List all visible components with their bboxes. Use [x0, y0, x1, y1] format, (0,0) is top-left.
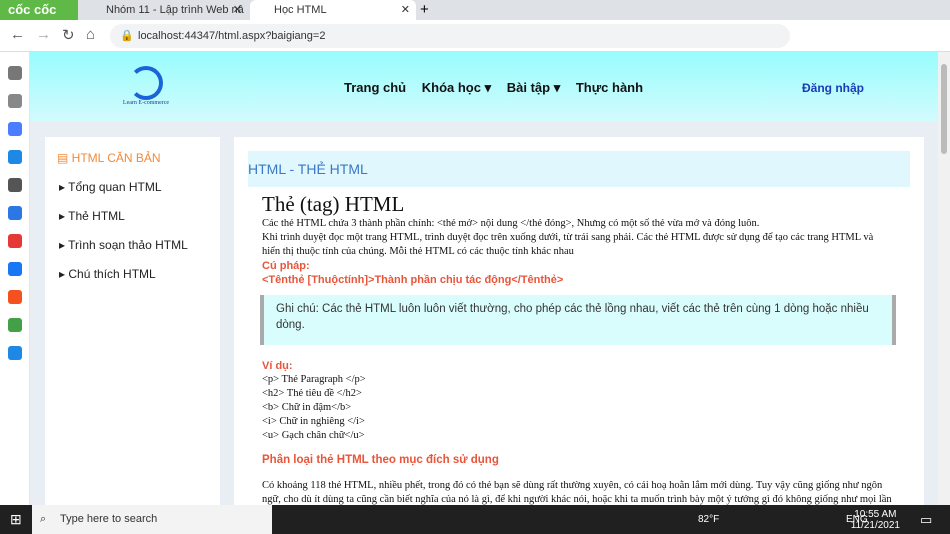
- example-line: <i> Chữ in nghiêng </i>: [262, 416, 365, 427]
- example-line: <p> Thẻ Paragraph </p>: [262, 374, 366, 385]
- search-placeholder: Type here to search: [60, 513, 158, 525]
- windows-taskbar: ⊞ ⌕ Type here to search 82°F ENG 10:55 AM…: [0, 505, 950, 534]
- paragraph: Khi trình duyệt đọc một trang HTML, trìn…: [262, 232, 874, 257]
- sidebar-item-label: Chú thích HTML: [68, 267, 156, 281]
- notification-icon[interactable]: ▭: [920, 512, 932, 528]
- tab-hoc-html[interactable]: Học HTML ✕: [250, 0, 416, 20]
- tab-strip: cốc cốc Nhóm 11 - Lập trình Web nâ ✕ Học …: [0, 0, 950, 20]
- sidebar-item-tags[interactable]: ▸ Thẻ HTML: [59, 209, 220, 223]
- zalo-icon[interactable]: [7, 150, 22, 164]
- sidebar-item-label: Thẻ HTML: [68, 209, 125, 223]
- url-input[interactable]: 🔒 localhost:44347/html.aspx?baigiang=2: [110, 24, 790, 48]
- paragraph: Có khoảng 118 thẻ HTML, nhiều phết, tron…: [262, 480, 892, 505]
- section-heading: HTML - THẺ HTML: [248, 151, 910, 187]
- reload-icon[interactable]: ↻: [62, 26, 75, 44]
- url-text: localhost:44347/html.aspx?baigiang=2: [138, 30, 326, 42]
- main-nav: Trang chủ Khóa học ▾ Bài tập ▾ Thực hành: [344, 80, 655, 96]
- sidebar-title-text: HTML CĂN BẢN: [71, 151, 161, 165]
- settings-icon[interactable]: [7, 66, 22, 80]
- site-header: Learn E-commerce Trang chủ Khóa học ▾ Bà…: [30, 52, 938, 122]
- back-icon[interactable]: ←: [10, 26, 25, 43]
- sidebar-item-overview[interactable]: ▸ Tổng quan HTML: [59, 180, 220, 194]
- nav-home[interactable]: Trang chủ: [344, 80, 406, 95]
- nav-exercises[interactable]: Bài tập ▾: [507, 80, 560, 95]
- history-icon[interactable]: [7, 94, 22, 108]
- syntax: <Tênthẻ [Thuộctính]>Thành phần chịu tác …: [262, 274, 564, 286]
- lesson-content: HTML - THẺ HTML Thẻ (tag) HTML Các thẻ H…: [234, 137, 924, 505]
- messenger-icon[interactable]: [7, 122, 22, 136]
- clock-time: 10:55 AM: [854, 509, 897, 520]
- clock-date: 11/21/2021: [850, 520, 900, 531]
- web-page: Learn E-commerce Trang chủ Khóa học ▾ Bà…: [30, 52, 938, 505]
- shopping-icon[interactable]: [7, 290, 22, 304]
- example-line: <h2> Thẻ tiêu đề </h2>: [262, 388, 362, 399]
- tab-nhom11[interactable]: Nhóm 11 - Lập trình Web nâ ✕: [82, 0, 248, 20]
- classify-heading: Phân loại thẻ HTML theo mục đích sử dụng: [262, 454, 499, 466]
- forward-icon[interactable]: →: [36, 26, 51, 43]
- lesson-title: Thẻ (tag) HTML: [262, 192, 405, 216]
- example-label: Ví dụ:: [262, 360, 293, 372]
- sidebar-item-comments[interactable]: ▸ Chú thích HTML: [59, 267, 220, 281]
- address-bar-row: ← → ↻ ⌂ 🔒 localhost:44347/html.aspx?baigi…: [0, 20, 950, 52]
- home-icon[interactable]: ⌂: [86, 26, 95, 43]
- windows-start-icon[interactable]: ⊞: [10, 511, 22, 528]
- new-tab-button[interactable]: +: [420, 0, 429, 20]
- note-box: Ghi chú: Các thẻ HTML luôn luôn viết thư…: [260, 295, 896, 345]
- tab-label: Học HTML: [274, 4, 327, 16]
- browser-logo[interactable]: cốc cốc: [0, 0, 78, 20]
- nav-courses[interactable]: Khóa học ▾: [422, 80, 491, 95]
- deal-icon[interactable]: [7, 346, 22, 360]
- example-line: <b> Chữ in đậm</b>: [262, 402, 352, 413]
- sidebar-item-label: Tổng quan HTML: [68, 180, 162, 194]
- close-icon[interactable]: ✕: [401, 0, 410, 20]
- browser-sidebar: [0, 52, 30, 505]
- lock-icon: 🔒: [120, 30, 134, 42]
- facebook-icon[interactable]: [7, 262, 22, 276]
- clock[interactable]: 10:55 AM 11/21/2021: [851, 509, 900, 531]
- sidebar-title: ▤ HTML CĂN BẢN: [57, 151, 161, 165]
- sidebar-item-label: Trình soạn thảo HTML: [68, 238, 188, 252]
- close-icon[interactable]: ✕: [233, 0, 242, 20]
- search-icon: ⌕: [40, 513, 47, 525]
- tab-label: Nhóm 11 - Lập trình Web nâ: [106, 4, 244, 16]
- syntax-label: Cú pháp:: [262, 260, 310, 272]
- sidebar-item-editor[interactable]: ▸ Trình soạn thảo HTML: [59, 238, 220, 252]
- paragraph: Các thẻ HTML chứa 3 thành phần chính: <t…: [262, 218, 760, 229]
- weather-text[interactable]: 82°F: [698, 514, 719, 525]
- add-icon[interactable]: [7, 178, 22, 192]
- translate-icon[interactable]: [7, 206, 22, 220]
- example-line: <u> Gạch chân chữ</u>: [262, 430, 365, 441]
- nav-practice[interactable]: Thực hành: [576, 80, 643, 95]
- login-link[interactable]: Đăng nhập: [802, 81, 864, 95]
- logo-text: Learn E-commerce: [122, 100, 170, 106]
- game-icon[interactable]: [7, 318, 22, 332]
- taskbar-search[interactable]: ⌕ Type here to search: [32, 505, 272, 534]
- lesson-sidebar: ▤ HTML CĂN BẢN ▸ Tổng quan HTML ▸ Thẻ HT…: [45, 137, 220, 505]
- youtube-icon[interactable]: [7, 234, 22, 248]
- site-logo[interactable]: Learn E-commerce: [118, 66, 174, 106]
- page-scrollbar[interactable]: [938, 52, 950, 505]
